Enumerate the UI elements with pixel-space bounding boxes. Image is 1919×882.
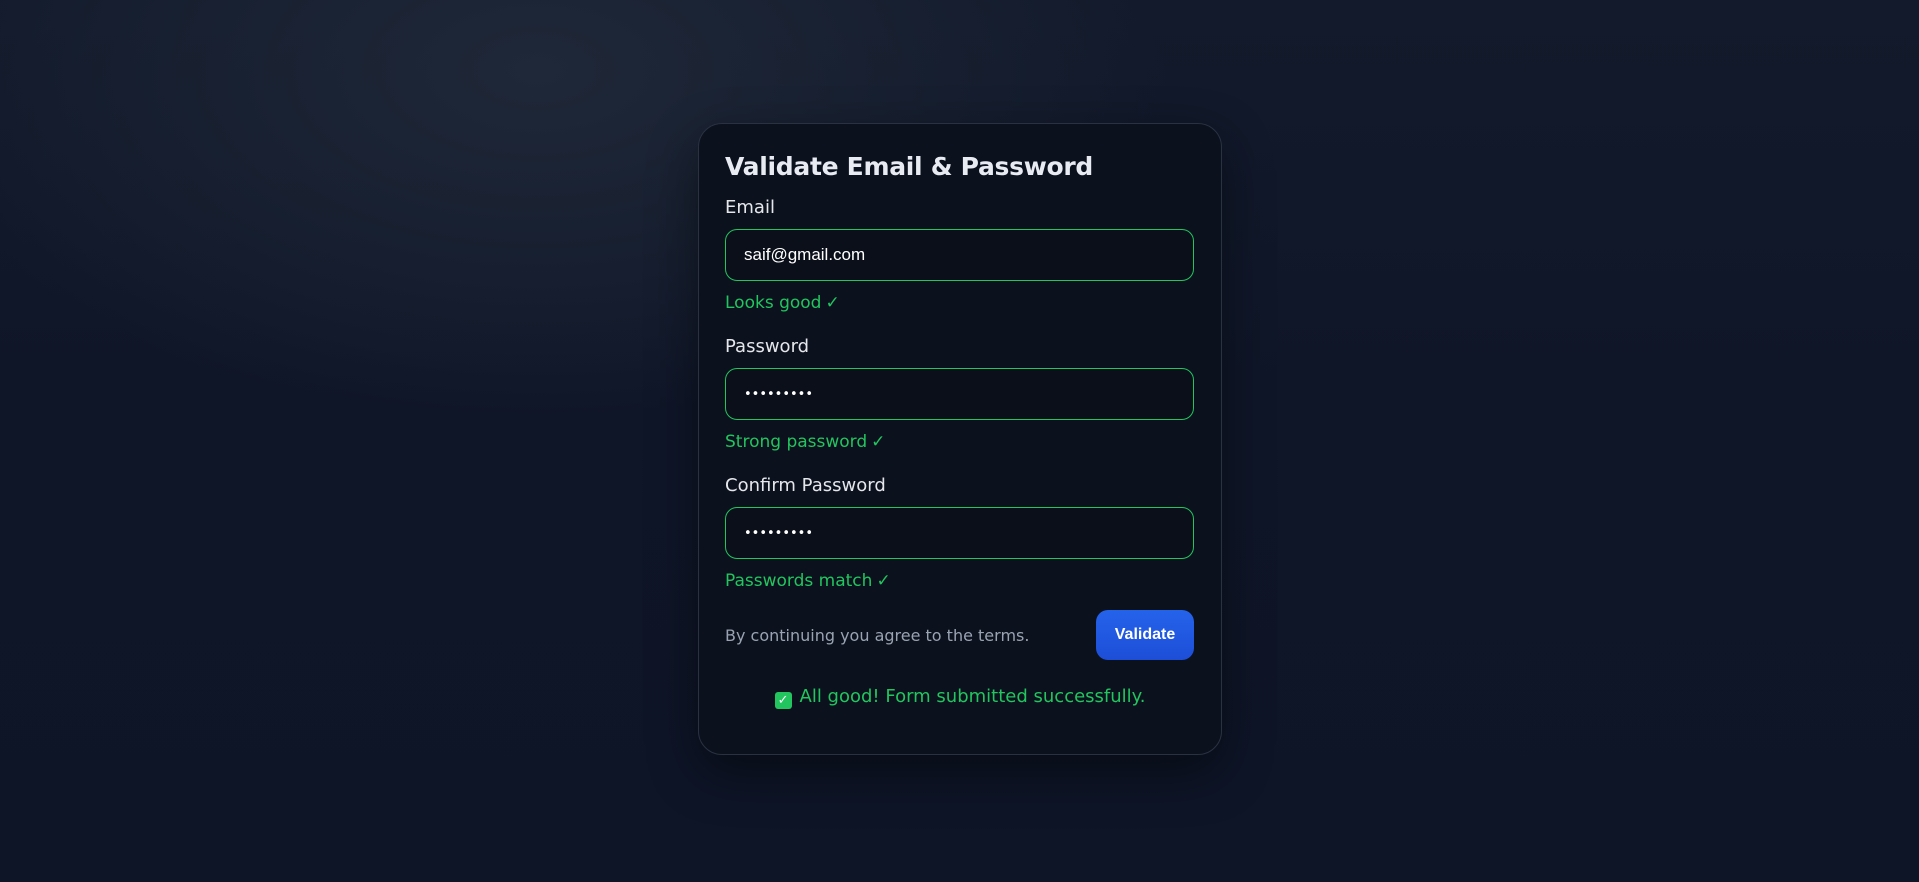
form-title: Validate Email & Password [725, 152, 1093, 181]
check-icon: ✓ [876, 571, 891, 591]
email-status-message: Looks good ✓ [725, 293, 840, 313]
confirm-password-field[interactable] [744, 525, 1175, 541]
success-text: All good! Form submitted successfully. [799, 686, 1146, 707]
password-label: Password [725, 336, 810, 357]
check-icon: ✓ [871, 432, 886, 452]
password-field[interactable] [744, 386, 1175, 402]
validate-button[interactable]: Validate [1096, 610, 1194, 660]
email-field[interactable] [744, 245, 1175, 265]
check-icon: ✓ [825, 293, 840, 313]
confirm-password-label: Confirm Password [725, 475, 886, 496]
confirm-status-text: Passwords match [725, 571, 873, 591]
password-status-message: Strong password ✓ [725, 432, 885, 452]
email-label: Email [725, 197, 775, 218]
success-message: ✓ All good! Form submitted successfully. [698, 686, 1222, 709]
email-field-wrapper [725, 229, 1194, 281]
checkbox-check-icon: ✓ [774, 692, 792, 709]
confirm-status-message: Passwords match ✓ [725, 571, 891, 591]
form-container: Validate Email & Password Email Looks go… [698, 0, 1222, 882]
confirm-password-field-wrapper [725, 507, 1194, 559]
password-status-text: Strong password [725, 432, 868, 452]
email-status-text: Looks good [725, 293, 822, 313]
terms-text: By continuing you agree to the terms. [725, 626, 1030, 645]
password-field-wrapper [725, 368, 1194, 420]
